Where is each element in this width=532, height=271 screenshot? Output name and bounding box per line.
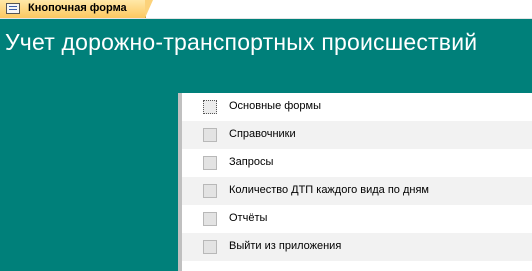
menu-item-exit[interactable]: Выйти из приложения: [182, 233, 532, 261]
menu-item-label[interactable]: Количество ДТП каждого вида по дням: [229, 184, 429, 196]
menu-button[interactable]: [203, 184, 217, 198]
menu-button[interactable]: [203, 156, 217, 170]
menu-button[interactable]: [203, 212, 217, 226]
form-left-panel: [0, 93, 178, 271]
menu-button[interactable]: [203, 240, 217, 254]
document-tab-strip: Кнопочная форма: [0, 0, 532, 19]
menu-item-directories[interactable]: Справочники: [182, 121, 532, 149]
menu-button[interactable]: [203, 100, 217, 114]
menu-item-label[interactable]: Справочники: [229, 128, 296, 140]
menu-button[interactable]: [203, 128, 217, 142]
access-window: Кнопочная форма Учет дорожно-транспортны…: [0, 0, 532, 271]
menu-item-label[interactable]: Выйти из приложения: [229, 240, 341, 252]
menu-item-main-forms[interactable]: Основные формы: [182, 93, 532, 121]
switchboard-menu: Основные формы Справочники Запросы Колич…: [178, 93, 532, 271]
menu-item-label[interactable]: Запросы: [229, 156, 273, 168]
form-icon: [6, 3, 20, 14]
menu-item-accidents-per-day[interactable]: Количество ДТП каждого вида по дням: [182, 177, 532, 205]
menu-item-label[interactable]: Отчёты: [229, 212, 267, 224]
tab-label: Кнопочная форма: [28, 2, 127, 14]
menu-item-queries[interactable]: Запросы: [182, 149, 532, 177]
tab-switchboard[interactable]: Кнопочная форма: [0, 0, 153, 18]
form-title: Учет дорожно-транспортных происшествий: [5, 29, 478, 55]
menu-item-label[interactable]: Основные формы: [229, 100, 321, 112]
menu-item-reports[interactable]: Отчёты: [182, 205, 532, 233]
